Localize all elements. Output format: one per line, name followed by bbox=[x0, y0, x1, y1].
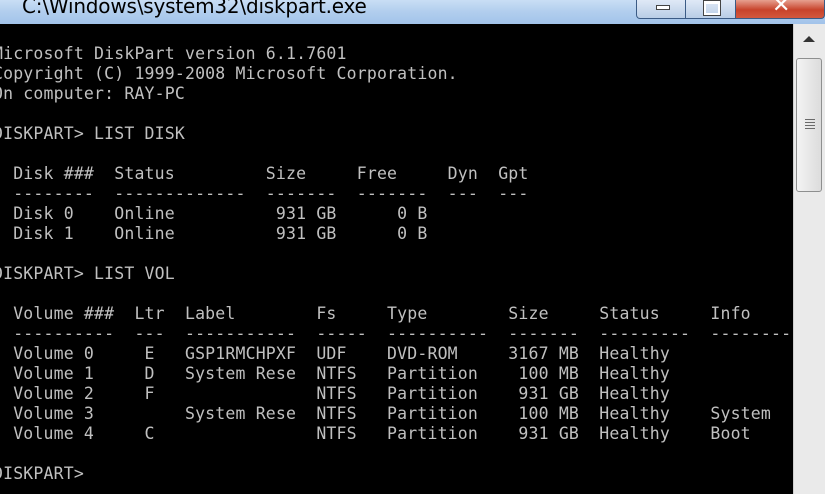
grip-icon bbox=[805, 122, 815, 123]
console-line: DISKPART> LIST DISK bbox=[0, 124, 185, 143]
chevron-up-icon bbox=[803, 36, 815, 42]
close-icon: ✕ bbox=[772, 0, 791, 18]
grip-icon bbox=[805, 128, 815, 129]
console-line: On computer: RAY-PC bbox=[0, 84, 185, 103]
minimize-icon bbox=[656, 5, 670, 10]
scrollbar-thumb[interactable] bbox=[796, 58, 822, 192]
console-output[interactable]: Microsoft DiskPart version 6.1.7601 Copy… bbox=[0, 24, 793, 494]
grip-icon bbox=[805, 125, 815, 126]
console-line: ---------- --- ----------- ----- -------… bbox=[0, 324, 792, 343]
console-line: Copyright (C) 1999-2008 Microsoft Corpor… bbox=[0, 64, 458, 83]
scroll-up-button[interactable] bbox=[794, 24, 825, 57]
console-line: Volume 3 System Rese NTFS Partition 100 … bbox=[0, 404, 771, 423]
console-line: Volume 1 D System Rese NTFS Partition 10… bbox=[0, 364, 670, 383]
maximize-icon bbox=[704, 1, 720, 15]
console-line: -------- ------------- ------- ------- -… bbox=[0, 184, 529, 203]
console-line: Volume 0 E GSP1RMCHPXF UDF DVD-ROM 3167 … bbox=[0, 344, 670, 363]
console-line: Volume 4 C NTFS Partition 931 GB Healthy… bbox=[0, 424, 751, 443]
console-line: Volume ### Ltr Label Fs Type Size Status… bbox=[0, 304, 751, 323]
grip-icon bbox=[805, 119, 815, 120]
console-line: DISKPART> LIST VOL bbox=[0, 264, 175, 283]
maximize-button[interactable] bbox=[686, 0, 736, 19]
close-button[interactable]: ✕ bbox=[736, 0, 825, 19]
title-bar[interactable]: C:\Windows\system32\diskpart.exe ✕ bbox=[0, 0, 825, 24]
console-line: Disk ### Status Size Free Dyn Gpt bbox=[0, 164, 529, 183]
minimize-button[interactable] bbox=[636, 0, 686, 19]
console-line: Volume 2 F NTFS Partition 931 GB Healthy bbox=[0, 384, 670, 403]
console-line: Disk 0 Online 931 GB 0 B bbox=[0, 204, 428, 223]
console-line: Microsoft DiskPart version 6.1.7601 bbox=[0, 44, 347, 63]
console-line: Disk 1 Online 931 GB 0 B bbox=[0, 224, 428, 243]
window-title: C:\Windows\system32\diskpart.exe bbox=[22, 0, 367, 18]
vertical-scrollbar[interactable] bbox=[793, 24, 825, 494]
console-prompt: DISKPART> bbox=[0, 464, 95, 483]
